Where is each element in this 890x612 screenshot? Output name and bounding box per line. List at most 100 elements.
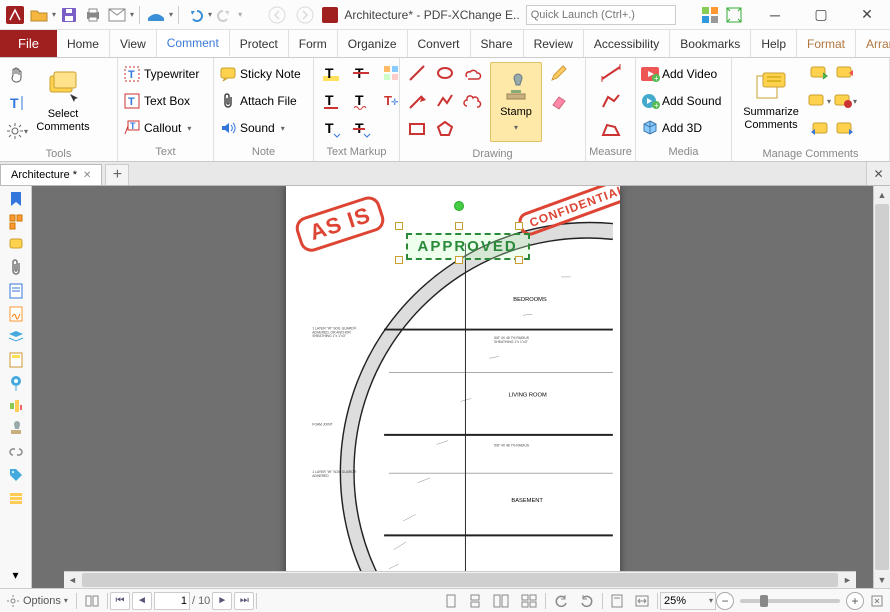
zoom-level-combo[interactable]: 25%▾ [660,592,716,610]
next-comment-icon[interactable] [834,118,856,140]
undo-dropdown[interactable]: ▾ [208,10,212,19]
scroll-right-icon[interactable]: ► [839,572,856,588]
pencil-tool-icon[interactable] [548,62,570,84]
bookmarks-pane-icon[interactable] [7,190,25,208]
mail-icon[interactable] [106,4,128,26]
tab-form[interactable]: Form [289,30,338,57]
pan-zoom-icon[interactable] [7,397,25,415]
cloud-poly-icon[interactable] [462,90,484,112]
vertical-scrollbar[interactable]: ▲ ▼ [873,186,890,588]
zoom-out-button[interactable]: − [716,592,734,610]
continuous-view[interactable] [463,589,487,612]
signatures-pane-icon[interactable] [7,305,25,323]
print-icon[interactable] [82,4,104,26]
caret-tool-icon[interactable] [380,62,402,84]
pane-options-icon[interactable]: ▾ [7,566,25,584]
oval-tool-icon[interactable] [434,62,456,84]
save-icon[interactable] [58,4,80,26]
resize-handle-s[interactable] [455,256,463,264]
stamps-pane-icon[interactable] [7,420,25,438]
add-sound-button[interactable]: + Add Sound [642,89,721,113]
selection-handles[interactable] [399,226,519,260]
insert-text-icon[interactable]: T [320,118,342,140]
arrow-tool-icon[interactable] [406,90,428,112]
typewriter-button[interactable]: T Typewriter [124,62,199,86]
document-tab[interactable]: Architecture * ✕ [0,164,102,185]
single-page-view[interactable] [439,589,463,612]
horizontal-scrollbar[interactable]: ◄ ► [64,571,856,588]
fields-pane-icon[interactable] [7,282,25,300]
zoom-slider-knob[interactable] [760,595,768,607]
resize-handle-se[interactable] [515,256,523,264]
tab-accessibility[interactable]: Accessibility [584,30,670,57]
thumbnails-pane-icon[interactable] [7,213,25,231]
add-3d-button[interactable]: Add 3D [642,116,702,140]
underline-icon[interactable]: T [320,90,342,112]
next-page-button[interactable]: ► [212,592,232,610]
close-all-tabs-button[interactable]: ✕ [866,162,890,185]
attach-file-button[interactable]: Attach File [220,89,297,113]
distance-tool-icon[interactable] [600,62,622,84]
show-comments-icon[interactable]: ▾ [808,90,830,112]
open-icon[interactable] [28,4,50,26]
fullscreen-icon[interactable] [724,5,744,25]
stamp-button[interactable]: Stamp ▾ [490,62,542,142]
perimeter-tool-icon[interactable] [600,90,622,112]
quick-launch-input[interactable] [526,5,676,25]
resize-handle-n[interactable] [455,222,463,230]
facing-continuous-view[interactable] [515,589,543,612]
tab-comment[interactable]: Comment [157,30,230,57]
area-tool-icon[interactable] [600,118,622,140]
summarize-comments-button[interactable]: Summarize Comments [738,62,804,142]
sticky-note-button[interactable]: Sticky Note [220,62,301,86]
rotate-cw-button[interactable] [574,589,600,612]
options-menu[interactable]: Options ▾ [0,589,74,612]
text-select-icon[interactable]: T [6,92,28,114]
v-scroll-thumb[interactable] [875,204,889,570]
layout-toggle[interactable] [79,589,105,612]
scan-dropdown[interactable]: ▾ [169,10,173,19]
resize-handle-sw[interactable] [395,256,403,264]
hand-tool-icon[interactable] [6,64,28,86]
nav-fwd-icon[interactable] [294,4,316,26]
destinations-pane-icon[interactable] [7,374,25,392]
tab-organize[interactable]: Organize [338,30,408,57]
layers-pane-icon[interactable] [7,328,25,346]
prev-comment-icon[interactable] [808,118,830,140]
scroll-up-icon[interactable]: ▲ [874,186,890,203]
close-button[interactable]: ✕ [844,0,890,30]
sound-button[interactable]: Sound▾ [220,116,285,140]
nav-back-icon[interactable] [266,4,288,26]
polyline-tool-icon[interactable] [434,90,456,112]
open-dropdown[interactable]: ▾ [52,10,56,19]
links-pane-icon[interactable] [7,443,25,461]
resize-handle-ne[interactable] [515,222,523,230]
facing-view[interactable] [487,589,515,612]
text-correction-icon[interactable]: T✛ [380,90,402,112]
comments-pane-icon[interactable] [7,236,25,254]
undo-icon[interactable] [184,4,206,26]
tab-home[interactable]: Home [57,30,110,57]
tab-protect[interactable]: Protect [230,30,289,57]
polygon-tool-icon[interactable] [434,118,456,140]
gear-icon[interactable]: ▾ [6,120,28,142]
properties-pane-icon[interactable] [7,489,25,507]
import-comments-icon[interactable] [808,62,830,84]
replace-text-icon[interactable]: T [350,118,372,140]
scroll-down-icon[interactable]: ▼ [874,571,890,588]
fit-page-button[interactable] [605,589,629,612]
attachments-pane-icon[interactable] [7,259,25,277]
textbox-button[interactable]: T Text Box [124,89,190,113]
prev-page-button[interactable]: ◄ [132,592,152,610]
scroll-left-icon[interactable]: ◄ [64,572,81,588]
scan-icon[interactable] [145,4,167,26]
document-viewer[interactable]: BEDROOMS LIVING ROOM BASEMENT 1 LAYER "W… [32,186,873,588]
export-comments-icon[interactable] [834,62,856,84]
tab-bookmarks[interactable]: Bookmarks [670,30,751,57]
line-tool-icon[interactable] [406,62,428,84]
new-tab-button[interactable]: + [105,164,129,185]
callout-button[interactable]: T Callout▾ [124,116,191,140]
close-tab-icon[interactable]: ✕ [83,170,91,181]
comment-styles-icon[interactable]: ▾ [834,90,856,112]
resize-handle-nw[interactable] [395,222,403,230]
